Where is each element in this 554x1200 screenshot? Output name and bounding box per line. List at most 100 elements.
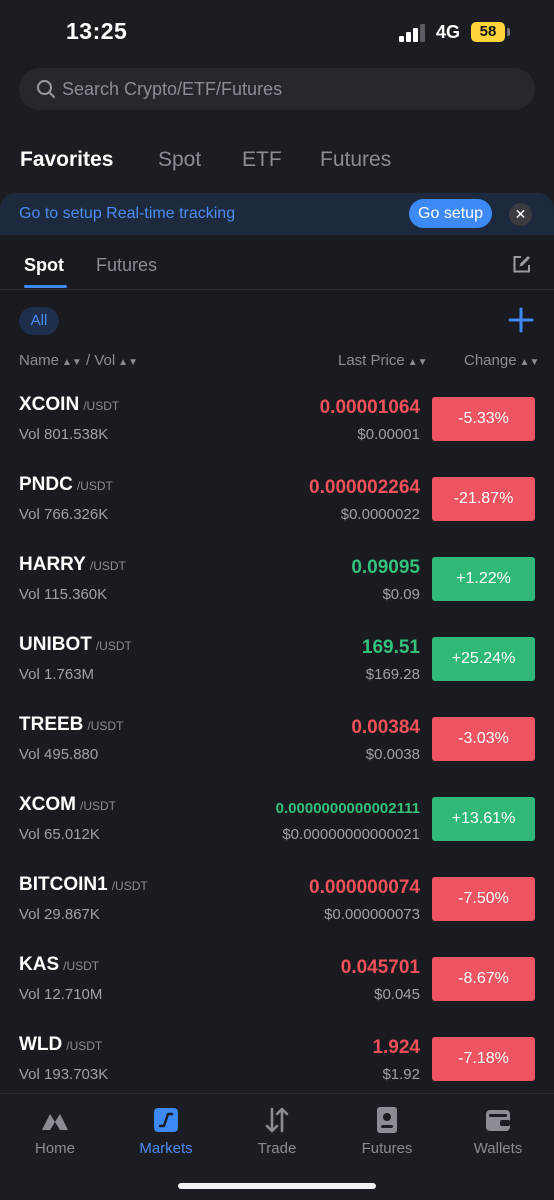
symbol: HARRY <box>19 554 86 575</box>
market-row[interactable]: PNDC/USDT Vol 766.326K 0.000002264 $0.00… <box>0 465 554 545</box>
quote-currency: /USDT <box>95 639 132 653</box>
sort-icon: ▲▼ <box>407 357 428 368</box>
column-change-label: Change <box>464 352 517 369</box>
usd-price: $0.045 <box>374 986 420 1003</box>
search-placeholder: Search Crypto/ETF/Futures <box>62 79 283 99</box>
symbol: XCOM <box>19 794 76 815</box>
sort-icon: ▲▼ <box>519 357 540 368</box>
last-price: 0.045701 <box>340 957 420 978</box>
nav-markets[interactable]: Markets <box>116 1106 216 1157</box>
status-time: 13:25 <box>66 18 128 44</box>
quote-currency: /USDT <box>76 479 113 493</box>
last-price: 0.09095 <box>351 557 420 578</box>
subtab-futures[interactable]: Futures <box>96 255 157 276</box>
futures-icon <box>377 1107 397 1133</box>
last-price: 1.924 <box>372 1037 420 1058</box>
filter-all-chip[interactable]: All <box>19 307 59 335</box>
change-badge[interactable]: +1.22% <box>432 557 535 601</box>
tab-favorites[interactable]: Favorites <box>20 148 113 172</box>
divider <box>0 289 554 290</box>
nav-label: Futures <box>361 1140 413 1157</box>
symbol: WLD <box>19 1034 63 1055</box>
last-price: 169.51 <box>361 637 420 658</box>
change-badge[interactable]: -8.67% <box>432 957 535 1001</box>
column-last-price-label: Last Price <box>338 352 405 369</box>
home-indicator <box>178 1183 376 1189</box>
edit-icon[interactable] <box>512 255 531 274</box>
volume: Vol 495.880 <box>19 746 99 763</box>
symbol: BITCOIN1 <box>19 874 108 895</box>
quote-currency: /USDT <box>83 399 120 413</box>
quote-currency: /USDT <box>63 959 100 973</box>
volume: Vol 1.763M <box>19 666 95 683</box>
banner-text[interactable]: Go to setup Real-time tracking <box>19 205 235 223</box>
change-badge[interactable]: -3.03% <box>432 717 535 761</box>
sort-name[interactable]: Name ▲▼ / Vol ▲▼ <box>19 352 138 369</box>
symbol: KAS <box>19 954 60 975</box>
change-badge[interactable]: -7.18% <box>432 1037 535 1081</box>
last-price: 0.00001064 <box>319 397 420 418</box>
nav-trade[interactable]: Trade <box>227 1106 327 1157</box>
usd-price: $0.00001 <box>357 426 420 443</box>
last-price: 0.000002264 <box>309 477 420 498</box>
market-row[interactable]: KAS/USDT Vol 12.710M 0.045701 $0.045 -8.… <box>0 945 554 1025</box>
network-type: 4G <box>436 22 461 42</box>
go-setup-button[interactable]: Go setup <box>409 199 492 228</box>
symbol: UNIBOT <box>19 634 92 655</box>
change-badge[interactable]: +25.24% <box>432 637 535 681</box>
volume: Vol 766.326K <box>19 506 109 523</box>
volume: Vol 193.703K <box>19 1066 109 1083</box>
sort-change[interactable]: Change ▲▼ <box>464 352 539 369</box>
quote-currency: /USDT <box>111 879 148 893</box>
nav-home[interactable]: Home <box>5 1106 105 1157</box>
nav-futures[interactable]: Futures <box>337 1106 437 1157</box>
usd-price: $0.0038 <box>365 746 420 763</box>
tab-spot[interactable]: Spot <box>158 148 201 172</box>
volume: Vol 65.012K <box>19 826 100 843</box>
volume: Vol 29.867K <box>19 906 100 923</box>
tab-etf[interactable]: ETF <box>242 148 282 172</box>
change-badge[interactable]: -21.87% <box>432 477 535 521</box>
trade-icon <box>265 1107 289 1133</box>
change-badge[interactable]: +13.61% <box>432 797 535 841</box>
add-icon[interactable] <box>508 307 534 333</box>
market-row[interactable]: HARRY/USDT Vol 115.360K 0.09095 $0.09 +1… <box>0 545 554 625</box>
symbol: XCOIN <box>19 394 80 415</box>
tab-futures[interactable]: Futures <box>320 148 391 172</box>
symbol: TREEB <box>19 714 84 735</box>
sort-last-price[interactable]: Last Price ▲▼ <box>338 352 428 369</box>
symbol: PNDC <box>19 474 73 495</box>
search-icon <box>37 80 55 98</box>
change-badge[interactable]: -7.50% <box>432 877 535 921</box>
market-row[interactable]: XCOIN/USDT Vol 801.538K 0.00001064 $0.00… <box>0 385 554 465</box>
quote-currency: /USDT <box>89 559 126 573</box>
usd-price: $0.0000022 <box>340 506 420 523</box>
search-input[interactable]: Search Crypto/ETF/Futures <box>19 68 535 110</box>
column-vol-label: / Vol <box>85 352 116 369</box>
nav-wallets[interactable]: Wallets <box>448 1106 548 1157</box>
market-row[interactable]: TREEB/USDT Vol 495.880 0.00384 $0.0038 -… <box>0 705 554 785</box>
nav-label: Wallets <box>473 1140 523 1157</box>
usd-price: $0.00000000000021 <box>282 826 420 843</box>
markets-icon <box>154 1108 178 1132</box>
nav-label: Markets <box>139 1140 193 1157</box>
market-row[interactable]: UNIBOT/USDT Vol 1.763M 169.51 $169.28 +2… <box>0 625 554 705</box>
quote-currency: /USDT <box>87 719 124 733</box>
last-price: 0.00384 <box>351 717 420 738</box>
usd-price: $169.28 <box>365 666 420 683</box>
market-row[interactable]: XCOM/USDT Vol 65.012K 0.0000000000002111… <box>0 785 554 865</box>
close-icon[interactable]: ✕ <box>509 203 532 226</box>
nav-label: Home <box>34 1140 75 1157</box>
quote-currency: /USDT <box>66 1039 103 1053</box>
volume: Vol 115.360K <box>19 586 108 603</box>
quote-currency: /USDT <box>80 799 116 813</box>
subtab-spot[interactable]: Spot <box>24 255 64 276</box>
change-badge[interactable]: -5.33% <box>432 397 535 441</box>
market-row[interactable]: BITCOIN1/USDT Vol 29.867K 0.000000074 $0… <box>0 865 554 945</box>
battery-tip <box>507 28 510 36</box>
cellular-signal-icon <box>399 24 427 42</box>
volume: Vol 801.538K <box>19 426 109 443</box>
usd-price: $0.09 <box>382 586 420 603</box>
usd-price: $1.92 <box>382 1066 420 1083</box>
last-price: 0.000000074 <box>309 877 420 898</box>
